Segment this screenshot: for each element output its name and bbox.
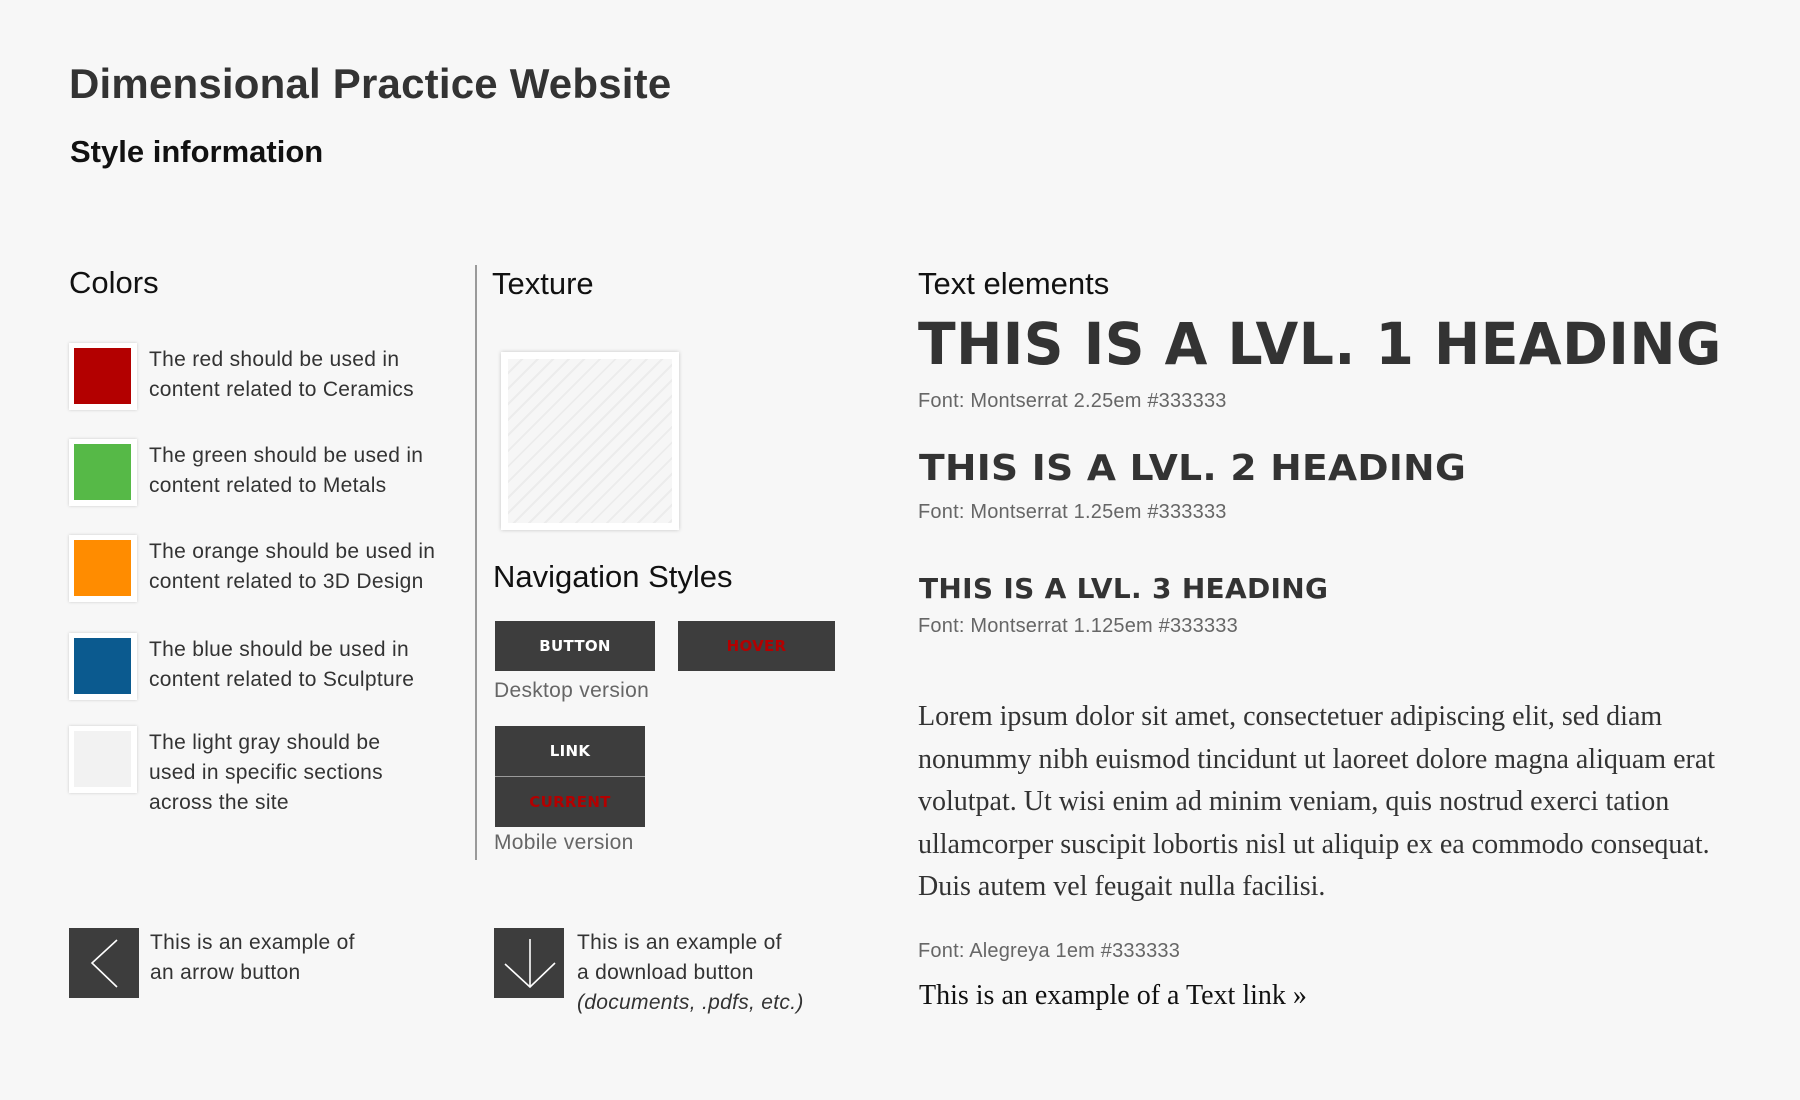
chevron-left-icon bbox=[90, 939, 118, 988]
orange-swatch bbox=[74, 540, 131, 596]
download-desc-line3: (documents, .pdfs, etc.) bbox=[577, 991, 804, 1014]
colors-section-title: Colors bbox=[69, 265, 159, 300]
mobile-nav-current[interactable]: CURRENT bbox=[495, 777, 645, 827]
arrow-desc-line2: an arrow button bbox=[150, 961, 301, 984]
heading-level-3-sample: THIS IS A LVL. 3 HEADING bbox=[919, 572, 1329, 605]
color-description: The orange should be used in content rel… bbox=[149, 540, 436, 593]
download-desc-line2: a download button bbox=[577, 961, 754, 984]
download-button[interactable] bbox=[494, 928, 564, 998]
arrow-button[interactable] bbox=[69, 928, 139, 998]
arrow-desc-line1: This is an example of bbox=[150, 931, 355, 954]
green-swatch bbox=[74, 444, 131, 500]
swatch-frame bbox=[69, 535, 137, 602]
text-elements-section-title: Text elements bbox=[918, 266, 1110, 301]
arrow-button-description: This is an example of an arrow button bbox=[150, 928, 355, 988]
page-subtitle: Style information bbox=[70, 134, 324, 169]
swatch-frame bbox=[69, 439, 137, 506]
swatch-frame bbox=[69, 343, 137, 410]
h3-font-note: Font: Montserrat 1.125em #333333 bbox=[918, 615, 1238, 637]
color-description: The light gray should be used in specifi… bbox=[149, 731, 383, 814]
heading-level-2-sample: THIS IS A LVL. 2 HEADING bbox=[919, 448, 1467, 489]
color-description: The blue should be used in content relat… bbox=[149, 638, 415, 691]
light-gray-swatch bbox=[74, 731, 131, 787]
texture-section-title: Texture bbox=[492, 266, 594, 301]
color-item-green: The green should be used in content rela… bbox=[69, 439, 469, 509]
mobile-nav-link[interactable]: LINK bbox=[495, 726, 645, 776]
swatch-frame bbox=[69, 633, 137, 700]
nav-button-default[interactable]: BUTTON bbox=[495, 621, 655, 671]
text-link-sample[interactable]: This is an example of a Text link » bbox=[919, 980, 1307, 1012]
heading-level-1-sample: THIS IS A LVL. 1 HEADING bbox=[918, 310, 1722, 378]
color-item-red: The red should be used in content relate… bbox=[69, 343, 469, 413]
h2-font-note: Font: Montserrat 1.25em #333333 bbox=[918, 501, 1227, 523]
diagonal-texture-pattern bbox=[508, 359, 672, 523]
color-description: The green should be used in content rela… bbox=[149, 444, 424, 497]
color-item-orange: The orange should be used in content rel… bbox=[69, 535, 469, 605]
desktop-version-caption: Desktop version bbox=[494, 679, 650, 702]
body-text-sample: Lorem ipsum dolor sit amet, consectetuer… bbox=[918, 701, 1716, 902]
swatch-frame bbox=[69, 726, 137, 793]
red-swatch bbox=[74, 348, 131, 404]
nav-button-hover[interactable]: HOVER bbox=[678, 621, 835, 671]
download-desc-line1: This is an example of bbox=[577, 931, 782, 954]
mobile-nav-menu: LINK CURRENT bbox=[495, 726, 645, 827]
mobile-version-caption: Mobile version bbox=[494, 831, 634, 854]
download-arrow-icon bbox=[504, 939, 556, 989]
download-button-description: This is an example of a download button … bbox=[577, 928, 804, 1018]
color-item-blue: The blue should be used in content relat… bbox=[69, 633, 469, 703]
body-font-note: Font: Alegreya 1em #333333 bbox=[918, 940, 1181, 962]
color-description: The red should be used in content relate… bbox=[149, 348, 414, 401]
blue-swatch bbox=[74, 638, 131, 694]
h1-font-note: Font: Montserrat 2.25em #333333 bbox=[918, 390, 1227, 412]
page-title: Dimensional Practice Website bbox=[69, 60, 672, 107]
color-item-light-gray: The light gray should be used in specifi… bbox=[69, 726, 469, 826]
column-divider bbox=[475, 265, 477, 860]
navigation-section-title: Navigation Styles bbox=[493, 559, 733, 594]
texture-sample bbox=[501, 352, 679, 530]
